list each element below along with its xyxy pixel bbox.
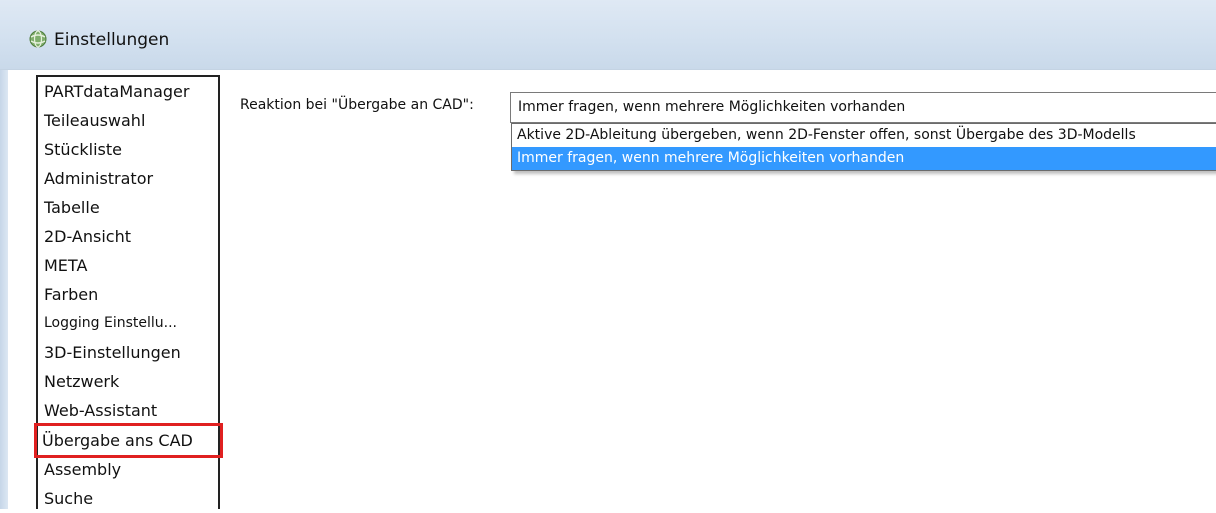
title-bar[interactable]: Einstellungen [0,0,1216,70]
window-frame-left [0,70,8,509]
sidebar-item-assembly[interactable]: Assembly [44,455,121,484]
sidebar-item-meta[interactable]: META [44,251,87,280]
reaction-combobox[interactable]: Immer fragen, wenn mehrere Möglichkeiten… [510,92,1216,123]
app-globe-icon [29,30,47,48]
sidebar-item-web-assistant[interactable]: Web-Assistant [44,396,157,425]
sidebar-item-3d-einstellungen[interactable]: 3D-Einstellungen [44,338,181,367]
sidebar-item-teileauswahl[interactable]: Teileauswahl [44,106,145,135]
sidebar-item-2d-ansicht[interactable]: 2D-Ansicht [44,222,131,251]
sidebar-item-partdatamanager[interactable]: PARTdataManager [44,77,189,106]
sidebar-item-farben[interactable]: Farben [44,280,98,309]
sidebar-item-netzwerk[interactable]: Netzwerk [44,367,119,396]
settings-window: Einstellungen PARTdataManager Teileauswa… [0,0,1216,509]
sidebar-item-stueckliste[interactable]: Stückliste [44,135,122,164]
settings-category-list[interactable]: PARTdataManager Teileauswahl Stückliste … [34,75,223,509]
reaction-combobox-value: Immer fragen, wenn mehrere Möglichkeiten… [518,99,906,115]
sidebar-item-tabelle[interactable]: Tabelle [44,193,100,222]
sidebar-item-logging[interactable]: Logging Einstellu... [44,309,177,338]
reaction-label: Reaktion bei "Übergabe an CAD": [240,97,474,113]
dropdown-option-2d-ableitung[interactable]: Aktive 2D-Ableitung übergeben, wenn 2D-F… [512,124,1216,147]
dropdown-option-immer-fragen[interactable]: Immer fragen, wenn mehrere Möglichkeiten… [512,147,1216,170]
sidebar-item-administrator[interactable]: Administrator [44,164,153,193]
window-title: Einstellungen [54,30,170,50]
sidebar-item-uebergabe-ans-cad[interactable]: Übergabe ans CAD [34,423,223,458]
reaction-dropdown-list[interactable]: Aktive 2D-Ableitung übergeben, wenn 2D-F… [511,123,1216,171]
